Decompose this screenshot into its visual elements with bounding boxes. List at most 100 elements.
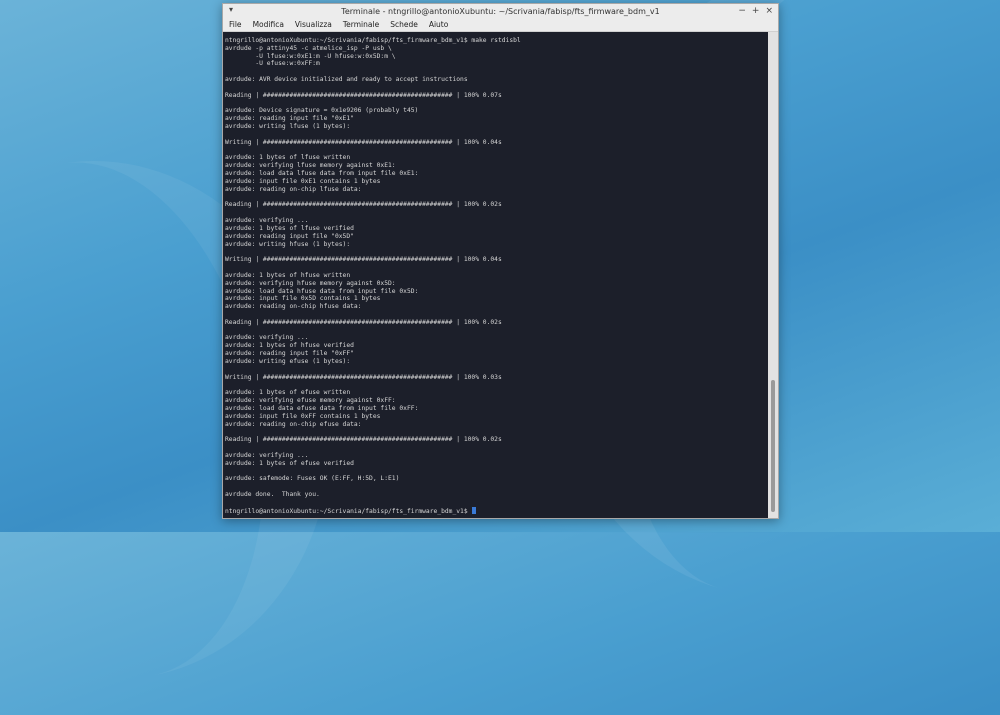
terminal-line: avrdude: verifying efuse memory against …	[225, 397, 768, 405]
terminal-line-text: avrdude: input file 0x5D contains 1 byte…	[225, 295, 381, 303]
terminal-line: Reading | ##############################…	[225, 92, 768, 100]
terminal-line-text: Reading | ##############################…	[225, 201, 502, 209]
terminal-line-text: avrdude: 1 bytes of lfuse verified	[225, 224, 354, 232]
terminal-line-text: avrdude: reading on-chip hfuse data:	[225, 303, 362, 311]
terminal-line-text: avrdude: load data efuse data from input…	[225, 404, 419, 412]
terminal-line: Writing | ##############################…	[225, 256, 768, 264]
menu-schede[interactable]: Schede	[390, 20, 418, 29]
terminal-line-text: avrdude: verifying efuse memory against …	[225, 397, 396, 405]
terminal-line-text: avrdude: verifying ...	[225, 451, 309, 459]
terminal-line-text: Reading | ##############################…	[225, 318, 502, 326]
terminal-line: Writing | ##############################…	[225, 139, 768, 147]
terminal-line: Writing | ##############################…	[225, 374, 768, 382]
terminal-line-text: avrdude: 1 bytes of hfuse written	[225, 271, 351, 279]
terminal-line-text: avrdude done. Thank you.	[225, 491, 320, 499]
terminal-line-text: avrdude -p attiny45 -c atmelice_isp -P u…	[225, 44, 392, 52]
terminal-line: avrdude: load data hfuse data from input…	[225, 288, 768, 296]
terminal-line-text: avrdude: reading on-chip efuse data:	[225, 420, 362, 428]
terminal-line-text: -U efuse:w:0xFF:m	[225, 60, 320, 68]
menubar: File Modifica Visualizza Terminale Sched…	[223, 18, 778, 32]
terminal-line-text: avrdude: reading input file "0x5D"	[225, 232, 354, 240]
terminal-line: avrdude: input file 0xE1 contains 1 byte…	[225, 178, 768, 186]
terminal-line-text: -U lfuse:w:0xE1:m -U hfuse:w:0x5D:m \	[225, 52, 396, 60]
terminal-line-text: avrdude: Device signature = 0x1e9206 (pr…	[225, 107, 419, 115]
terminal-line-text: avrdude: 1 bytes of lfuse written	[225, 154, 351, 162]
terminal-line: avrdude: input file 0x5D contains 1 byte…	[225, 295, 768, 303]
menu-modifica[interactable]: Modifica	[253, 20, 284, 29]
close-icon[interactable]: ×	[765, 4, 773, 18]
scrollbar[interactable]	[768, 32, 778, 518]
menu-file[interactable]: File	[229, 20, 242, 29]
terminal-line: avrdude: reading input file "0x5D"	[225, 233, 768, 241]
terminal-line: avrdude: AVR device initialized and read…	[225, 76, 768, 84]
terminal-line: avrdude: writing lfuse (1 bytes):	[225, 123, 768, 131]
terminal-line: -U efuse:w:0xFF:m	[225, 60, 768, 68]
menu-aiuto[interactable]: Aiuto	[429, 20, 449, 29]
terminal-line: avrdude: verifying ...	[225, 217, 768, 225]
terminal-line-text: avrdude: AVR device initialized and read…	[225, 76, 468, 84]
terminal-line: avrdude: 1 bytes of lfuse written	[225, 154, 768, 162]
titlebar[interactable]: ▾ Terminale - ntngrillo@antonioXubuntu: …	[223, 4, 778, 18]
terminal-line-text: Reading | ##############################…	[225, 91, 502, 99]
terminal-line-text: avrdude: writing lfuse (1 bytes):	[225, 123, 351, 131]
terminal-line: Reading | ##############################…	[225, 201, 768, 209]
terminal-line-text: avrdude: 1 bytes of efuse verified	[225, 459, 354, 467]
terminal-line: Reading | ##############################…	[225, 436, 768, 444]
terminal-line-text: avrdude: 1 bytes of hfuse verified	[225, 342, 354, 350]
terminal-line: avrdude done. Thank you.	[225, 491, 768, 499]
terminal-line-text: Reading | ##############################…	[225, 436, 502, 444]
terminal-cursor	[472, 506, 477, 514]
terminal-line: avrdude: writing efuse (1 bytes):	[225, 358, 768, 366]
terminal-line: avrdude: verifying hfuse memory against …	[225, 280, 768, 288]
terminal-line-text: avrdude: verifying ...	[225, 217, 309, 225]
terminal-line-text: avrdude: reading on-chip lfuse data:	[225, 185, 362, 193]
menu-visualizza[interactable]: Visualizza	[295, 20, 332, 29]
terminal-line-text: ntngrillo@antonioXubuntu:~/Scrivania/fab…	[225, 37, 521, 44]
window-menu-icon[interactable]: ▾	[229, 5, 233, 14]
terminal-line: avrdude: verifying ...	[225, 334, 768, 342]
terminal-line: avrdude: 1 bytes of hfuse written	[225, 272, 768, 280]
terminal-line-text: avrdude: writing efuse (1 bytes):	[225, 357, 351, 365]
menu-terminale[interactable]: Terminale	[343, 20, 379, 29]
terminal-line: -U lfuse:w:0xE1:m -U hfuse:w:0x5D:m \	[225, 53, 768, 61]
terminal-line: avrdude: load data lfuse data from input…	[225, 170, 768, 178]
terminal-line: avrdude: verifying lfuse memory against …	[225, 162, 768, 170]
terminal-line-text: avrdude: verifying hfuse memory against …	[225, 279, 396, 287]
terminal-line-text: avrdude: safemode: Fuses OK (E:FF, H:5D,…	[225, 475, 400, 483]
terminal-line: avrdude: reading on-chip lfuse data:	[225, 186, 768, 194]
terminal-line: avrdude: 1 bytes of efuse verified	[225, 460, 768, 468]
window-controls: − + ×	[738, 4, 773, 18]
terminal-line: avrdude: reading on-chip efuse data:	[225, 421, 768, 429]
terminal-line: avrdude: reading input file "0xFF"	[225, 350, 768, 358]
minimize-icon[interactable]: −	[738, 4, 746, 18]
scrollbar-thumb[interactable]	[771, 380, 775, 512]
terminal-line: avrdude -p attiny45 -c atmelice_isp -P u…	[225, 45, 768, 53]
terminal-window: ▾ Terminale - ntngrillo@antonioXubuntu: …	[222, 3, 779, 519]
terminal-line: ntngrillo@antonioXubuntu:~/Scrivania/fab…	[225, 506, 768, 515]
terminal-line: avrdude: verifying ...	[225, 452, 768, 460]
terminal-output[interactable]: ntngrillo@antonioXubuntu:~/Scrivania/fab…	[223, 32, 768, 518]
maximize-icon[interactable]: +	[752, 4, 760, 18]
terminal-line: avrdude: safemode: Fuses OK (E:FF, H:5D,…	[225, 475, 768, 483]
terminal-line: ntngrillo@antonioXubuntu:~/Scrivania/fab…	[225, 37, 768, 45]
terminal-line-text: avrdude: reading input file "0xFF"	[225, 350, 354, 358]
terminal-line-text: avrdude: load data lfuse data from input…	[225, 170, 419, 178]
terminal-line-text: avrdude: input file 0xE1 contains 1 byte…	[225, 177, 381, 185]
terminal-line-text: avrdude: input file 0xFF contains 1 byte…	[225, 412, 381, 420]
